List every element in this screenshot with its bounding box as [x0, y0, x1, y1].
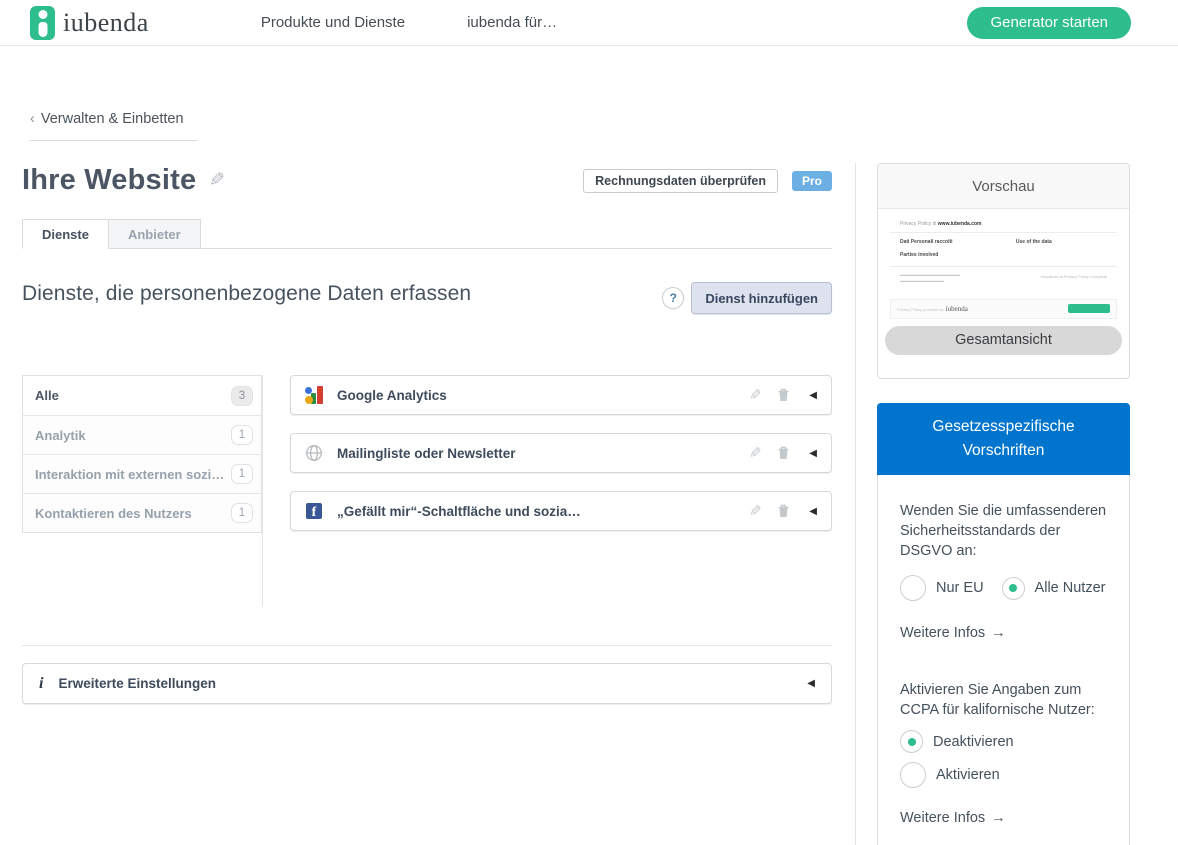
- radio-deaktivieren-label[interactable]: Deaktivieren: [933, 734, 1014, 750]
- radio-aktivieren[interactable]: [900, 762, 926, 788]
- page: iubenda Produkte und Dienste iubenda für…: [0, 0, 1178, 845]
- ccpa-more-info-link[interactable]: Weitere Infos→: [900, 810, 1006, 826]
- title-row: Ihre Website ✎ Rechnungsdaten überprüfen…: [22, 164, 832, 197]
- radio-alle-nutzer[interactable]: [1002, 577, 1025, 600]
- nav-iubenda-for[interactable]: iubenda für…: [467, 14, 557, 31]
- tab-anbieter[interactable]: Anbieter: [109, 219, 201, 249]
- delete-service-trash-icon[interactable]: [776, 445, 791, 461]
- radio-aktivieren-label[interactable]: Aktivieren: [936, 767, 1000, 783]
- billing-data-button[interactable]: Rechnungsdaten überprüfen: [583, 169, 778, 193]
- delete-service-trash-icon[interactable]: [776, 503, 791, 519]
- iubenda-logo-icon: [30, 6, 55, 40]
- logo-text: iubenda: [63, 8, 149, 38]
- gdpr-question: Wenden Sie die umfassenderen Sicherheits…: [900, 501, 1107, 561]
- info-icon: i: [39, 675, 43, 693]
- column-divider: [262, 375, 263, 607]
- breadcrumb-label: Verwalten & Einbetten: [41, 111, 184, 127]
- tab-bar: Dienste Anbieter: [22, 219, 832, 249]
- edit-service-pencil-icon[interactable]: ✎: [749, 386, 762, 404]
- radio-alle-nutzer-label[interactable]: Alle Nutzer: [1035, 580, 1106, 596]
- count-badge: 3: [231, 386, 253, 406]
- ccpa-question: Aktivieren Sie Angaben zum CCPA für kali…: [900, 680, 1107, 720]
- iubenda-logo[interactable]: iubenda: [30, 6, 149, 40]
- edit-service-pencil-icon[interactable]: ✎: [749, 502, 762, 520]
- nav-products-services[interactable]: Produkte und Dienste: [261, 14, 405, 31]
- count-badge: 1: [231, 503, 253, 523]
- radio-deaktivieren[interactable]: [900, 730, 923, 753]
- content-divider: [22, 645, 832, 646]
- radio-nur-eu[interactable]: [900, 575, 926, 601]
- pro-plan-badge: Pro: [792, 171, 832, 191]
- filter-item-alle[interactable]: Alle 3: [23, 376, 261, 415]
- start-generator-button[interactable]: Generator starten: [967, 7, 1131, 39]
- radio-nur-eu-label[interactable]: Nur EU: [936, 580, 984, 596]
- top-navbar: iubenda Produkte und Dienste iubenda für…: [0, 0, 1178, 46]
- service-card-google-analytics[interactable]: Google Analytics ✎ ◀: [290, 375, 832, 415]
- filter-item-interaktion[interactable]: Interaktion mit externen sozi… 1: [23, 454, 261, 493]
- services-section-title: Dienste, die personenbezogene Daten erfa…: [22, 280, 492, 309]
- service-card-mailing-list[interactable]: Mailingliste oder Newsletter ✎ ◀: [290, 433, 832, 473]
- edit-title-pencil-icon[interactable]: ✎: [209, 169, 225, 192]
- expand-collapse-triangle-icon[interactable]: ◀: [809, 506, 817, 517]
- google-analytics-icon: [305, 386, 323, 404]
- ccpa-radio-group: Deaktivieren Aktivieren: [900, 730, 1107, 788]
- gdpr-more-info-link[interactable]: Weitere Infos→: [900, 625, 1006, 641]
- edit-service-pencil-icon[interactable]: ✎: [749, 444, 762, 462]
- expand-collapse-triangle-icon[interactable]: ◀: [807, 678, 815, 689]
- service-card-list: Google Analytics ✎ ◀ Mailingliste oder N…: [290, 375, 832, 549]
- category-filter-list: Alle 3 Analytik 1 Interaktion mit extern…: [22, 375, 262, 533]
- facebook-icon: f: [305, 502, 323, 520]
- preview-panel: Vorschau Privacy Policy di www.iubenda.c…: [877, 163, 1130, 379]
- expand-collapse-triangle-icon[interactable]: ◀: [809, 448, 817, 459]
- services-section-header: Dienste, die personenbezogene Daten erfa…: [22, 280, 832, 314]
- delete-service-trash-icon[interactable]: [776, 387, 791, 403]
- back-chevron-icon: ‹: [30, 111, 35, 127]
- advanced-settings-expander[interactable]: i Erweiterte Einstellungen ◀: [22, 663, 832, 704]
- gdpr-radio-group: Nur EU Alle Nutzer: [900, 575, 1107, 601]
- count-badge: 1: [231, 464, 253, 484]
- policy-mini-preview: Privacy Policy di www.iubenda.com Dati P…: [890, 219, 1117, 319]
- arrow-right-icon: →: [991, 625, 1006, 641]
- help-icon[interactable]: ?: [662, 287, 684, 309]
- expand-collapse-triangle-icon[interactable]: ◀: [809, 390, 817, 401]
- service-card-like-button[interactable]: f „Gefällt mir“-Schaltfläche und sozia… …: [290, 491, 832, 531]
- law-panel-title: Gesetzesspezifische Vorschriften: [877, 403, 1130, 475]
- preview-panel-title: Vorschau: [878, 164, 1129, 209]
- arrow-right-icon: →: [991, 810, 1006, 826]
- count-badge: 1: [231, 425, 253, 445]
- filter-item-analytik[interactable]: Analytik 1: [23, 415, 261, 454]
- page-title: Ihre Website: [22, 164, 196, 197]
- law-specific-panel: Gesetzesspezifische Vorschriften Wenden …: [877, 403, 1130, 845]
- sidebar-divider: [855, 163, 856, 845]
- add-service-button[interactable]: Dienst hinzufügen: [691, 282, 832, 314]
- full-view-button[interactable]: Gesamtansicht: [885, 326, 1122, 355]
- breadcrumb[interactable]: ‹ Verwalten & Einbetten: [30, 111, 198, 141]
- tab-dienste[interactable]: Dienste: [22, 219, 109, 249]
- mini-green-button: [1068, 304, 1110, 313]
- filter-item-kontaktieren[interactable]: Kontaktieren des Nutzers 1: [23, 493, 261, 532]
- globe-icon: [305, 444, 323, 462]
